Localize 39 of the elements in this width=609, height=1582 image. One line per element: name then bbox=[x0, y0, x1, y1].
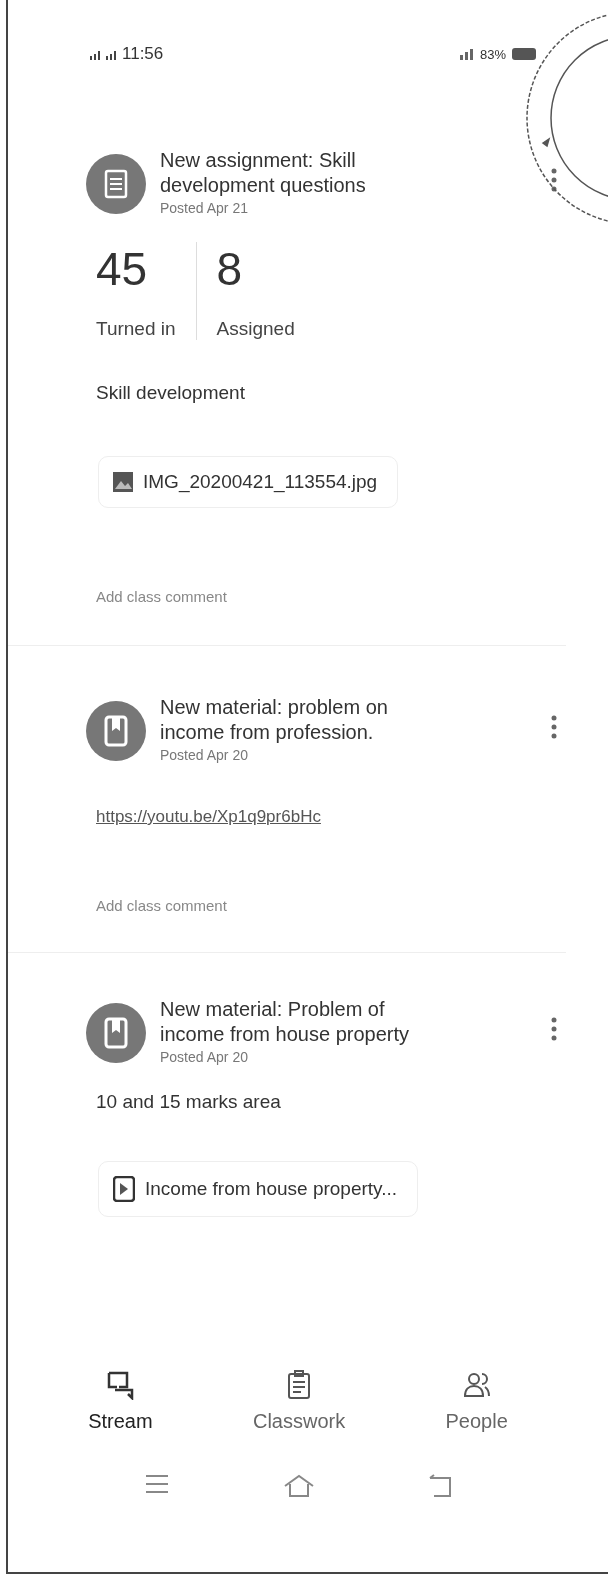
video-link[interactable]: https://youtu.be/Xp1q9pr6bHc bbox=[96, 807, 566, 827]
kebab-icon bbox=[550, 168, 558, 192]
stat-count: 8 bbox=[216, 242, 244, 296]
attachment-chip[interactable]: Income from house property... bbox=[98, 1161, 419, 1217]
post-title: New material: Problem of income from house property bbox=[160, 997, 410, 1047]
stat-count: 45 bbox=[96, 242, 149, 296]
attachment-name: Income from house property... bbox=[145, 1178, 398, 1200]
posted-date: Posted Apr 20 bbox=[160, 747, 249, 763]
post-description: Skill development bbox=[96, 382, 246, 404]
kebab-icon bbox=[550, 715, 558, 739]
attachment-name: IMG_20200421_113554.jpg bbox=[143, 471, 378, 493]
video-file-icon bbox=[113, 1176, 135, 1202]
posted-date: Posted Apr 21 bbox=[160, 200, 249, 216]
network-icon bbox=[459, 47, 474, 61]
post-title: New assignment: Skill development questions bbox=[160, 148, 367, 198]
class-comment-link[interactable]: Add class comment bbox=[96, 897, 566, 914]
nav-tab[interactable]: People bbox=[437, 1370, 516, 1433]
image-icon bbox=[113, 472, 133, 492]
chat-bubbles-icon bbox=[106, 1370, 135, 1400]
battery-percentage: 83% bbox=[479, 46, 506, 62]
post-title: New material: problem on income from profession. bbox=[160, 695, 389, 745]
nav-tab[interactable]: Stream bbox=[80, 1370, 161, 1433]
menu-icon[interactable] bbox=[144, 1473, 171, 1495]
attachment-chip[interactable]: IMG_20200421_113554.jpg bbox=[98, 456, 399, 508]
posted-date: Posted Apr 20 bbox=[160, 1049, 249, 1065]
material-icon bbox=[86, 1003, 146, 1063]
material-icon bbox=[86, 701, 146, 761]
class-comment-link[interactable]: Add class comment bbox=[96, 588, 566, 605]
kebab-icon bbox=[550, 1017, 558, 1041]
stat-label: Turned in bbox=[96, 318, 176, 340]
back-icon[interactable] bbox=[427, 1473, 452, 1499]
home-icon[interactable] bbox=[283, 1473, 315, 1499]
people-icon bbox=[462, 1370, 491, 1400]
stat-label: Assigned bbox=[216, 318, 295, 340]
nav-tab[interactable]: Classwork bbox=[244, 1370, 354, 1433]
post-description: 10 and 15 marks area bbox=[96, 1091, 282, 1113]
battery-icon bbox=[512, 47, 538, 61]
assignment-icon bbox=[86, 154, 146, 214]
clock-time: 11:56 bbox=[122, 44, 164, 64]
